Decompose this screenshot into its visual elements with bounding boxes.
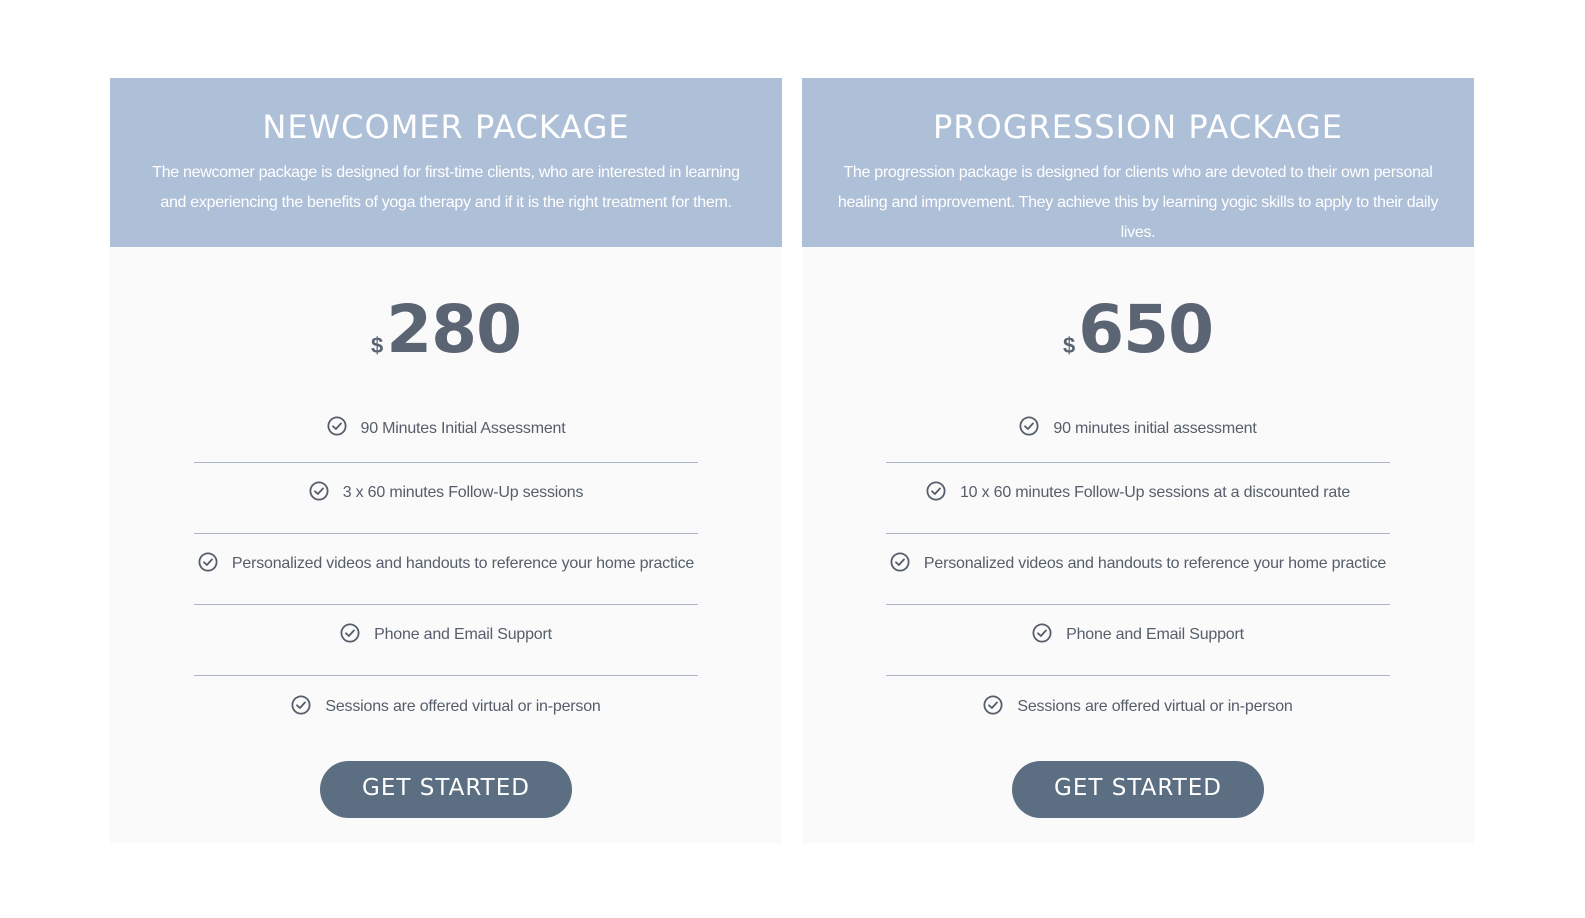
price: $ 650 <box>802 293 1474 363</box>
feature-item: Personalized videos and handouts to refe… <box>194 534 698 605</box>
package-description: The progression package is designed for … <box>837 164 1439 241</box>
feature-list: 90 minutes initial assessment 10 x 60 mi… <box>886 399 1390 747</box>
price: $ 280 <box>110 293 782 363</box>
feature-item: Personalized videos and handouts to refe… <box>886 534 1390 605</box>
feature-item: 90 minutes initial assessment <box>886 399 1390 463</box>
feature-item: Sessions are offered virtual or in-perso… <box>886 676 1390 747</box>
pricing-card-newcomer: NEWCOMER PACKAGE The newcomer package is… <box>110 78 782 843</box>
card-header: PROGRESSION PACKAGE The progression pack… <box>802 78 1474 247</box>
cta-wrap: GET STARTED <box>110 761 782 818</box>
package-title: PROGRESSION PACKAGE <box>932 108 1343 146</box>
check-circle-icon <box>890 552 910 572</box>
check-circle-icon <box>1019 416 1039 436</box>
feature-item: Sessions are offered virtual or in-perso… <box>194 676 698 747</box>
price-amount: 280 <box>386 291 522 368</box>
feature-item: 10 x 60 minutes Follow-Up sessions at a … <box>886 463 1390 534</box>
card-header: NEWCOMER PACKAGE The newcomer package is… <box>110 78 782 247</box>
currency-symbol: $ <box>1062 333 1076 358</box>
check-circle-icon <box>309 481 329 501</box>
pricing-card-progression: PROGRESSION PACKAGE The progression pack… <box>802 78 1474 843</box>
feature-text: Sessions are offered virtual or in-perso… <box>1017 697 1293 715</box>
feature-text: Phone and Email Support <box>374 626 552 643</box>
feature-item: Phone and Email Support <box>194 605 698 676</box>
check-circle-icon <box>340 623 360 643</box>
feature-list: 90 Minutes Initial Assessment 3 x 60 min… <box>194 399 698 747</box>
check-circle-icon <box>1032 623 1052 643</box>
feature-text: 10 x 60 minutes Follow-Up sessions at a … <box>959 484 1351 501</box>
get-started-button[interactable]: GET STARTED <box>1012 761 1264 818</box>
pricing-row: NEWCOMER PACKAGE The newcomer package is… <box>110 78 1475 843</box>
package-title: NEWCOMER PACKAGE <box>262 108 630 146</box>
feature-item: Phone and Email Support <box>886 605 1390 676</box>
package-description: The newcomer package is designed for fir… <box>152 164 740 211</box>
price-amount: 650 <box>1078 291 1214 368</box>
get-started-button[interactable]: GET STARTED <box>320 761 572 818</box>
check-circle-icon <box>198 552 218 572</box>
feature-item: 3 x 60 minutes Follow-Up sessions <box>194 463 698 534</box>
cta-wrap: GET STARTED <box>802 761 1474 818</box>
currency-symbol: $ <box>370 333 384 358</box>
feature-item: 90 Minutes Initial Assessment <box>194 399 698 463</box>
feature-text: Personalized videos and handouts to refe… <box>923 555 1387 572</box>
check-circle-icon <box>983 694 1003 715</box>
feature-text: 90 Minutes Initial Assessment <box>360 420 566 437</box>
check-circle-icon <box>327 416 347 436</box>
check-circle-icon <box>926 481 946 501</box>
feature-text: 90 minutes initial assessment <box>1053 420 1257 437</box>
check-circle-icon <box>291 694 311 715</box>
feature-text: Phone and Email Support <box>1066 626 1244 643</box>
feature-text: Sessions are offered virtual or in-perso… <box>325 697 601 715</box>
feature-text: 3 x 60 minutes Follow-Up sessions <box>342 484 584 501</box>
feature-text: Personalized videos and handouts to refe… <box>231 555 695 572</box>
